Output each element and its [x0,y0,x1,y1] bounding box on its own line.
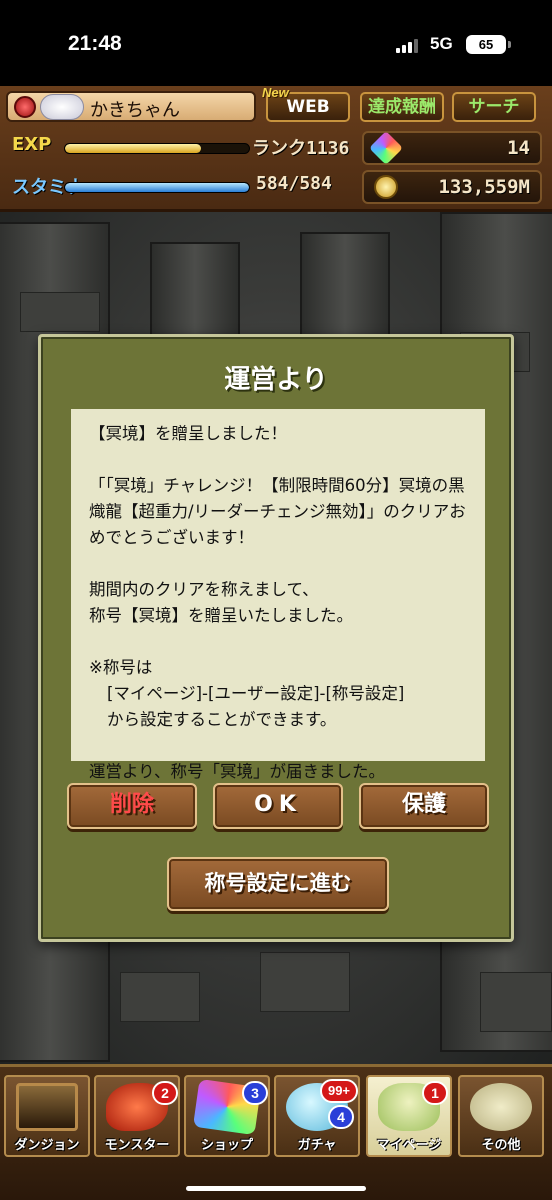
game-header: かきちゃん WEB New 達成報酬 サーチ EXP ランク1136 スタミナ … [0,85,552,212]
protect-button[interactable]: 保護 [359,783,489,829]
ok-button[interactable]: OK [213,783,343,829]
dialog-title: 運営より [224,365,328,395]
dungeon-gate-icon [16,1083,78,1131]
stamina-bar-fill [65,183,249,192]
battery-icon: 65 [466,35,511,54]
message-line: 期間内のクリアを称えまして、 [89,580,319,599]
coin-count: 133,559M [438,176,530,198]
nav-label: モンスター [104,1138,170,1153]
nav-mypage[interactable]: 1 マイページ [366,1075,452,1157]
magic-stone-panel[interactable]: 14 [362,131,542,165]
status-bar: 21:48 5G 65 [0,0,552,86]
nav-gacha[interactable]: 99+ 4 ガチャ [274,1075,360,1157]
avatar-icon [40,94,84,120]
nav-label: マイページ [376,1138,442,1153]
message-paragraph: 「「冥境」チャレンジ！【制限時間60分】冥境の黒熾龍【超重力/リーダーチェンジ無… [89,476,466,547]
exp-label: EXP [12,134,52,155]
nav-label: その他 [481,1138,521,1153]
question-icon [470,1083,532,1131]
network-label: 5G [430,34,453,53]
coin-panel: 133,559M [362,170,542,204]
magic-stone-count: 14 [507,137,530,159]
nav-label: ガチャ [297,1138,337,1153]
message-line: [マイページ]-[ユーザー設定]-[称号設定] [107,684,405,703]
nav-shop[interactable]: 3 ショップ [184,1075,270,1157]
nav-badge: 2 [152,1081,178,1105]
magic-stone-icon [369,131,403,165]
message-line: ※称号は [89,658,153,677]
signal-icon [396,37,424,53]
exp-bar-fill [65,144,202,153]
achievement-reward-button[interactable]: 達成報酬 [360,92,444,122]
message-line: 運営より、称号「冥境」が届きました。 [89,762,386,781]
rank-value: ランク1136 [252,138,350,159]
mail-dialog: 運営より 【冥境】を贈呈しました！ 「「冥境」チャレンジ！【制限時間60分】冥境… [38,334,514,942]
nav-badge-secondary: 4 [328,1105,354,1129]
nav-badge: 3 [242,1081,268,1105]
stamina-value: 584/584 [256,173,332,194]
message-paragraph: 期間内のクリアを称えまして、 称号【冥境】を贈呈いたしました。 [89,577,471,629]
clock: 21:48 [68,32,122,55]
message-line: 称号【冥境】を贈呈いたしました。 [89,606,353,625]
nav-label: ダンジョン [14,1138,80,1153]
nav-badge: 99+ [320,1079,358,1103]
nav-label: ショップ [200,1138,253,1153]
home-indicator [186,1186,366,1191]
attribute-badge-icon [14,96,36,118]
new-tag: New [262,85,289,100]
nav-other[interactable]: その他 [458,1075,544,1157]
coin-icon [374,175,398,199]
nav-monster[interactable]: 2 モンスター [94,1075,180,1157]
player-name: かきちゃん [90,100,180,121]
message-line: から設定することができます。 [107,710,337,729]
nav-badge: 1 [422,1081,448,1105]
delete-button[interactable]: 削除 [67,783,197,829]
search-button[interactable]: サーチ [452,92,536,122]
message-line: 【冥境】を贈呈しました！ [89,424,287,443]
message-note: ※称号は [マイページ]-[ユーザー設定]-[称号設定] から設定することができ… [89,655,471,733]
player-info[interactable]: かきちゃん [6,91,256,122]
message-panel: 【冥境】を贈呈しました！ 「「冥境」チャレンジ！【制限時間60分】冥境の黒熾龍【… [71,409,485,781]
title-settings-button[interactable]: 称号設定に進む [167,857,389,911]
stamina-bar [64,182,250,193]
nav-dungeon[interactable]: ダンジョン [4,1075,90,1157]
bottom-nav: ダンジョン 2 モンスター 3 ショップ 99+ 4 ガチャ 1 マイページ そ… [0,1064,552,1200]
exp-bar [64,143,250,154]
